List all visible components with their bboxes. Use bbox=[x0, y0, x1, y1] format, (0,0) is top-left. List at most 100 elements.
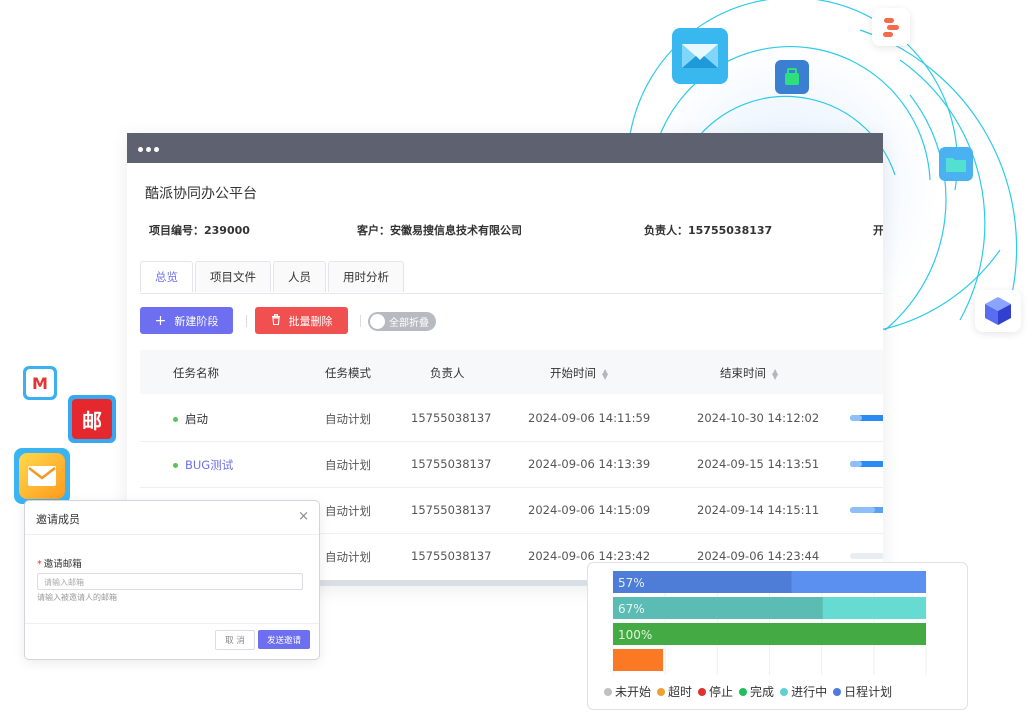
progress-bar bbox=[850, 415, 883, 421]
owner-cell: 15755038137 bbox=[411, 549, 492, 563]
legend-label: 完成 bbox=[750, 685, 775, 699]
add-stage-button[interactable]: + 新建阶段 bbox=[140, 307, 233, 334]
legend-swatch bbox=[698, 687, 707, 696]
dialog-title: 邀请成员 bbox=[36, 513, 80, 526]
legend-item[interactable]: 停止 bbox=[698, 683, 733, 700]
project-number: 项目编号：239000 bbox=[149, 224, 250, 237]
email-hint: 请输入被邀请人的邮箱 bbox=[37, 593, 117, 602]
progress-chart: 57% 67% 100% bbox=[612, 571, 927, 675]
legend-label: 停止 bbox=[709, 685, 734, 699]
start-label-truncated: 开 bbox=[873, 224, 883, 237]
batch-delete-button[interactable]: 批量删除 bbox=[255, 307, 348, 334]
legend-swatch bbox=[833, 687, 842, 696]
task-mode-cell: 自动计划 bbox=[325, 458, 371, 472]
table-row[interactable]: 启动 自动计划 15755038137 2024-09-06 14:11:59 … bbox=[140, 395, 883, 442]
chart-bar-label: 57% bbox=[618, 576, 645, 590]
toggle-knob bbox=[370, 314, 385, 329]
task-mode-cell: 自动计划 bbox=[325, 412, 371, 426]
legend-item[interactable]: 超时 bbox=[657, 683, 692, 700]
table-header: 任务名称 任务模式 负责人 开始时间 ▲ ▼ 结束时间 ▲ ▼ bbox=[140, 350, 883, 394]
column-start-time-label: 开始时间 bbox=[550, 366, 596, 380]
progress-bar bbox=[850, 461, 883, 467]
post-office-icon: 邮 bbox=[68, 395, 116, 443]
tab-divider bbox=[140, 293, 883, 294]
batch-delete-label: 批量删除 bbox=[288, 314, 333, 328]
end-time-cell: 2024-09-06 14:23:44 bbox=[697, 549, 820, 563]
sort-icon[interactable]: ▲ ▼ bbox=[602, 367, 608, 380]
connector-icon bbox=[872, 8, 910, 46]
cancel-button[interactable]: 取 消 bbox=[215, 630, 255, 650]
toolbar-separator bbox=[246, 315, 247, 327]
chart-bar-label: 100% bbox=[618, 628, 652, 642]
app-title: 酷派协同办公平台 bbox=[145, 186, 257, 202]
cube-icon bbox=[975, 290, 1021, 332]
dialog-footer-divider bbox=[25, 623, 319, 624]
task-name: 启动 bbox=[185, 412, 208, 426]
invite-member-dialog: 邀请成员 × * 邀请邮箱 请输入邮箱 请输入被邀请人的邮箱 取 消 发送邀请 bbox=[24, 500, 320, 660]
legend-item[interactable]: 完成 bbox=[739, 683, 774, 700]
legend-item[interactable]: 未开始 bbox=[604, 683, 651, 700]
collapse-all-toggle[interactable]: 全部折叠 bbox=[368, 312, 436, 331]
legend-swatch bbox=[604, 687, 612, 696]
client-name: 客户：安徽易搜信息技术有限公司 bbox=[357, 224, 522, 237]
mail-icon bbox=[672, 28, 728, 84]
toolbar-separator bbox=[360, 315, 361, 327]
column-task-mode: 任务模式 bbox=[325, 366, 371, 380]
tab-overview[interactable]: 总览 bbox=[140, 261, 193, 292]
end-time-cell: 2024-09-15 14:13:51 bbox=[697, 457, 820, 471]
window-titlebar bbox=[127, 133, 883, 163]
task-mode-cell: 自动计划 bbox=[325, 504, 371, 518]
trash-icon bbox=[271, 313, 281, 328]
table-row[interactable]: BUG测试 自动计划 15755038137 2024-09-06 14:13:… bbox=[140, 441, 883, 488]
start-time-cell: 2024-09-06 14:11:59 bbox=[528, 411, 651, 425]
legend-label: 未开始 bbox=[615, 685, 652, 699]
progress-chart-card: 57% 67% 100% 未开始 超时 停止 完成 进行中 日程计划 bbox=[587, 562, 968, 710]
close-icon[interactable]: × bbox=[298, 509, 309, 524]
tab-bar: 总览 项目文件 人员 用时分析 bbox=[140, 261, 406, 293]
status-dot-icon bbox=[173, 463, 178, 468]
legend-item[interactable]: 日程计划 bbox=[833, 683, 892, 700]
task-name: BUG测试 bbox=[185, 458, 234, 472]
legend-label: 超时 bbox=[668, 685, 693, 699]
start-time-cell: 2024-09-06 14:23:42 bbox=[528, 549, 651, 563]
email-field-label: * 邀请邮箱 bbox=[37, 556, 82, 570]
progress-bar bbox=[850, 553, 883, 559]
mail-envelope-icon bbox=[14, 448, 70, 504]
column-owner: 负责人 bbox=[430, 366, 465, 380]
start-time-cell: 2024-09-06 14:13:39 bbox=[528, 457, 651, 471]
sort-icon[interactable]: ▲ ▼ bbox=[772, 367, 778, 380]
project-owner: 负责人：15755038137 bbox=[644, 224, 773, 237]
add-stage-label: 新建阶段 bbox=[174, 314, 219, 328]
tab-members[interactable]: 人员 bbox=[273, 261, 326, 292]
end-time-cell: 2024-10-30 14:12:02 bbox=[697, 411, 820, 425]
start-time-cell: 2024-09-06 14:15:09 bbox=[528, 503, 651, 517]
required-mark: * bbox=[37, 559, 42, 570]
column-end-time-label: 结束时间 bbox=[720, 366, 766, 380]
owner-cell: 15755038137 bbox=[411, 411, 492, 425]
task-name-cell[interactable]: 启动 bbox=[173, 411, 208, 427]
legend-swatch bbox=[780, 687, 789, 696]
collapse-all-label: 全部折叠 bbox=[389, 318, 429, 329]
legend-label: 进行中 bbox=[791, 685, 828, 699]
tab-time-analysis[interactable]: 用时分析 bbox=[328, 261, 404, 292]
gmail-icon: M bbox=[23, 366, 57, 400]
email-label-text: 邀请邮箱 bbox=[43, 559, 82, 570]
chart-bar bbox=[613, 649, 664, 671]
owner-cell: 15755038137 bbox=[411, 457, 492, 471]
column-task-name: 任务名称 bbox=[173, 366, 219, 380]
legend-swatch bbox=[657, 687, 666, 696]
column-start-time[interactable]: 开始时间 ▲ ▼ bbox=[550, 365, 608, 381]
legend-item[interactable]: 进行中 bbox=[780, 683, 827, 700]
chart-bar-label: 67% bbox=[618, 602, 645, 616]
tab-project-files[interactable]: 项目文件 bbox=[195, 261, 271, 292]
bag-icon bbox=[775, 60, 809, 94]
chart-bar bbox=[613, 623, 926, 645]
send-invite-button[interactable]: 发送邀请 bbox=[258, 630, 310, 649]
end-time-cell: 2024-09-14 14:15:11 bbox=[697, 503, 820, 517]
dialog-divider bbox=[25, 534, 319, 535]
column-end-time[interactable]: 结束时间 ▲ ▼ bbox=[720, 365, 778, 381]
email-field[interactable]: 请输入邮箱 bbox=[37, 573, 303, 590]
window-dots-icon[interactable] bbox=[138, 147, 159, 152]
task-name-cell[interactable]: BUG测试 bbox=[173, 457, 233, 473]
folder-icon bbox=[939, 147, 973, 181]
